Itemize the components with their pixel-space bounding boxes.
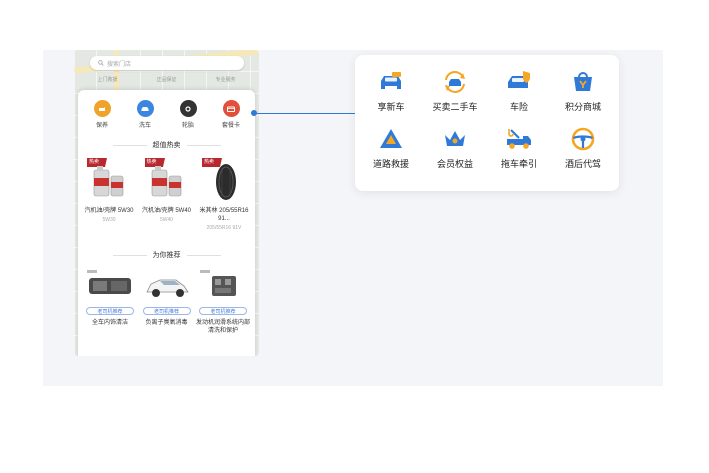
service-menu-card: 享新车 买卖二手车 车险 积分商城 道路救援 会员权益 拖车牵引 酒后代驾 bbox=[355, 55, 619, 191]
service-taglines: 上门救援 正品保证 专业服务 bbox=[78, 76, 255, 86]
recommend-badge-button[interactable]: 老司机推荐 bbox=[199, 307, 247, 315]
service-road-rescue[interactable]: 道路救援 bbox=[359, 126, 423, 170]
product-spec: 5W40 bbox=[159, 217, 174, 223]
service-member-benefits[interactable]: 会员权益 bbox=[423, 126, 487, 170]
quick-action-label: 套餐卡 bbox=[221, 123, 240, 129]
quick-action-tire[interactable]: 轮胎 bbox=[170, 100, 206, 129]
new-car-icon bbox=[377, 69, 405, 95]
quick-action-label: 洗车 bbox=[138, 123, 151, 129]
oil-bottle-icon: 热卖 bbox=[143, 156, 191, 204]
tire-product-icon: 热卖 bbox=[200, 156, 248, 204]
hot-tag: 热卖 bbox=[146, 159, 157, 165]
car-interior-icon bbox=[85, 268, 135, 304]
recommend-badge-button[interactable]: 老司机推荐 bbox=[86, 307, 134, 315]
product-spec: 205/55R16 91V bbox=[206, 225, 242, 231]
service-points-mall[interactable]: 积分商城 bbox=[551, 69, 615, 113]
recommendations: 老司机推荐 全车内饰清洁 老司机推荐 负离子臭氧消毒 老司机推荐 发动机润滑系统… bbox=[84, 268, 251, 335]
quick-action-label: 保养 bbox=[95, 123, 108, 129]
section-title-recommend: 为你推荐 bbox=[78, 250, 255, 260]
connector-line bbox=[257, 113, 355, 114]
product-card[interactable]: 热卖 米其林 205/55R16 91... 205/55R16 91V bbox=[199, 156, 249, 231]
recommendation-card[interactable]: 老司机推荐 负离子臭氧消毒 bbox=[141, 268, 193, 335]
service-label: 会员权益 bbox=[436, 159, 473, 169]
recommendation-name: 发动机润滑系统内部清洗和保护 bbox=[196, 320, 251, 334]
tagline: 正品保证 bbox=[156, 77, 177, 83]
service-label: 道路救援 bbox=[372, 159, 409, 169]
product-name: 米其林 205/55R16 91... bbox=[199, 208, 249, 222]
hot-products: 热卖 汽机油/壳牌 5W30 5W30 热卖 汽机油/壳牌 5W40 5W40 … bbox=[84, 156, 249, 231]
quick-action-package-card[interactable]: 套餐卡 bbox=[213, 100, 249, 129]
product-card[interactable]: 热卖 汽机油/壳牌 5W40 5W40 bbox=[142, 156, 192, 231]
search-icon bbox=[98, 60, 104, 66]
oil-bottle-icon: 热卖 bbox=[85, 156, 133, 204]
quick-actions: 保养 洗车 轮胎 套餐卡 bbox=[84, 100, 249, 129]
card-icon bbox=[222, 100, 240, 117]
phone-screen: 搜索门店 上门救援 正品保证 专业服务 保养 洗车 轮胎 套餐卡 超值热卖 热卖… bbox=[74, 50, 259, 356]
bottom-sheet: 保养 洗车 轮胎 套餐卡 超值热卖 热卖 汽机油/壳牌 5W30 5W30 热卖… bbox=[78, 90, 255, 356]
product-spec: 5W30 bbox=[102, 217, 116, 223]
white-car-icon bbox=[142, 268, 192, 304]
service-label: 车险 bbox=[509, 102, 528, 112]
recommendation-name: 全车内饰清洁 bbox=[91, 320, 128, 326]
section-title-hot: 超值热卖 bbox=[78, 140, 255, 150]
quick-action-maintenance[interactable]: 保养 bbox=[84, 100, 120, 129]
product-card[interactable]: 热卖 汽机油/壳牌 5W30 5W30 bbox=[84, 156, 134, 231]
recommendation-card[interactable]: 老司机推荐 全车内饰清洁 bbox=[84, 268, 136, 335]
product-name: 汽机油/壳牌 5W40 bbox=[141, 208, 191, 214]
recommendation-name: 负离子臭氧消毒 bbox=[145, 320, 188, 326]
service-grid: 享新车 买卖二手车 车险 积分商城 道路救援 会员权益 拖车牵引 酒后代驾 bbox=[359, 69, 615, 170]
search-bar[interactable]: 搜索门店 bbox=[90, 56, 244, 70]
recommendation-card[interactable]: 老司机推荐 发动机润滑系统内部清洗和保护 bbox=[196, 268, 251, 335]
tagline: 专业服务 bbox=[215, 77, 236, 83]
tire-icon bbox=[179, 100, 197, 117]
steering-wheel-icon bbox=[569, 126, 597, 152]
car-insurance-icon bbox=[505, 69, 533, 95]
product-name: 汽机油/壳牌 5W30 bbox=[84, 208, 134, 214]
search-placeholder: 搜索门店 bbox=[107, 61, 132, 68]
service-label: 拖车牵引 bbox=[500, 159, 537, 169]
service-car-insurance[interactable]: 车险 bbox=[487, 69, 551, 113]
tow-truck-icon bbox=[505, 126, 533, 152]
service-designated-driver[interactable]: 酒后代驾 bbox=[551, 126, 615, 170]
engine-icon bbox=[198, 268, 248, 304]
hot-tag: 热卖 bbox=[89, 159, 100, 165]
member-crown-icon bbox=[441, 126, 469, 152]
service-tow-truck[interactable]: 拖车牵引 bbox=[487, 126, 551, 170]
quick-action-car-wash[interactable]: 洗车 bbox=[127, 100, 163, 129]
points-mall-icon bbox=[569, 69, 597, 95]
road-rescue-icon bbox=[377, 126, 405, 152]
hot-tag: 热卖 bbox=[204, 159, 215, 165]
service-label: 买卖二手车 bbox=[432, 102, 478, 112]
quick-action-label: 轮胎 bbox=[181, 123, 194, 129]
oil-can-icon bbox=[93, 100, 111, 117]
service-label: 积分商城 bbox=[564, 102, 601, 112]
recommend-badge-button[interactable]: 老司机推荐 bbox=[142, 307, 191, 315]
car-wash-icon bbox=[136, 100, 154, 117]
service-new-car[interactable]: 享新车 bbox=[359, 69, 423, 113]
used-car-trade-icon bbox=[441, 69, 469, 95]
service-label: 酒后代驾 bbox=[564, 159, 601, 169]
service-used-car-trade[interactable]: 买卖二手车 bbox=[423, 69, 487, 113]
service-label: 享新车 bbox=[377, 102, 405, 112]
tagline: 上门救援 bbox=[97, 77, 118, 83]
